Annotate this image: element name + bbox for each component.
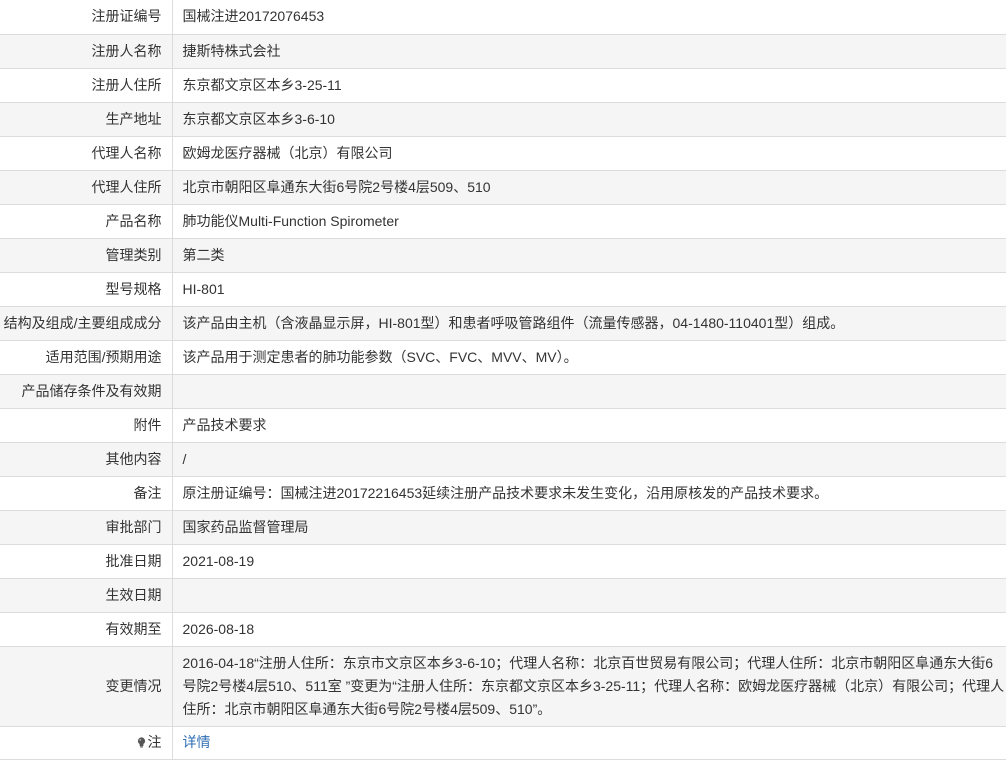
row-label: 适用范围/预期用途 — [0, 340, 173, 375]
note-value-cell: 详情 — [172, 726, 1006, 760]
row-value: 原注册证编号：国械注进20172216453延续注册产品技术要求未发生变化，沿用… — [172, 476, 1006, 511]
registration-detail-table: 注册证编号 国械注进20172076453 注册人名称 捷斯特株式会社 注册人住… — [0, 0, 1006, 760]
row-management-category: 管理类别 第二类 — [0, 238, 1006, 273]
row-production-address: 生产地址 东京都文京区本乡3-6-10 — [0, 102, 1006, 137]
row-intended-use: 适用范围/预期用途 该产品用于测定患者的肺功能参数（SVC、FVC、MVV、MV… — [0, 340, 1006, 375]
row-label: 产品储存条件及有效期 — [0, 374, 173, 409]
row-value: 东京都文京区本乡3-6-10 — [172, 102, 1006, 137]
row-label: 批准日期 — [0, 544, 173, 579]
row-value: HI-801 — [172, 272, 1006, 307]
row-label: 有效期至 — [0, 612, 173, 647]
row-approval-department: 审批部门 国家药品监督管理局 — [0, 510, 1006, 545]
row-label: 生效日期 — [0, 578, 173, 613]
row-value: 2016-04-18“注册人住所：东京市文京区本乡3-6-10；代理人名称：北京… — [172, 646, 1006, 727]
row-agent-name: 代理人名称 欧姆龙医疗器械（北京）有限公司 — [0, 136, 1006, 171]
row-approval-date: 批准日期 2021-08-19 — [0, 544, 1006, 579]
row-value: 该产品用于测定患者的肺功能参数（SVC、FVC、MVV、MV）。 — [172, 340, 1006, 375]
row-label: 注册人住所 — [0, 68, 173, 103]
row-value: 该产品由主机（含液晶显示屏，HI-801型）和患者呼吸管路组件（流量传感器，04… — [172, 306, 1006, 341]
row-value: 国械注进20172076453 — [172, 0, 1006, 35]
row-value — [172, 374, 1006, 409]
row-label: 备注 — [0, 476, 173, 511]
row-storage-conditions: 产品储存条件及有效期 — [0, 374, 1006, 409]
row-structure-composition: 结构及组成/主要组成成分 该产品由主机（含液晶显示屏，HI-801型）和患者呼吸… — [0, 306, 1006, 341]
row-label: 结构及组成/主要组成成分 — [0, 306, 173, 341]
note-label: 注 — [147, 734, 162, 750]
row-label: 产品名称 — [0, 204, 173, 239]
lightbulb-icon — [137, 732, 146, 748]
row-value: / — [172, 442, 1006, 477]
row-value: 肺功能仪Multi-Function Spirometer — [172, 204, 1006, 239]
row-registrant-name: 注册人名称 捷斯特株式会社 — [0, 34, 1006, 69]
row-value: 北京市朝阳区阜通东大街6号院2号楼4层509、510 — [172, 170, 1006, 205]
row-label: 代理人住所 — [0, 170, 173, 205]
row-effective-date: 生效日期 — [0, 578, 1006, 613]
row-change-history: 变更情况 2016-04-18“注册人住所：东京市文京区本乡3-6-10；代理人… — [0, 646, 1006, 727]
row-label: 注册证编号 — [0, 0, 173, 35]
row-value: 捷斯特株式会社 — [172, 34, 1006, 69]
row-label: 其他内容 — [0, 442, 173, 477]
row-label: 附件 — [0, 408, 173, 443]
note-label-cell: 注 — [0, 726, 173, 760]
row-registrant-address: 注册人住所 东京都文京区本乡3-25-11 — [0, 68, 1006, 103]
row-model-spec: 型号规格 HI-801 — [0, 272, 1006, 307]
row-note: 注 详情 — [0, 726, 1006, 760]
row-product-name: 产品名称 肺功能仪Multi-Function Spirometer — [0, 204, 1006, 239]
row-registration-number: 注册证编号 国械注进20172076453 — [0, 0, 1006, 35]
row-value: 欧姆龙医疗器械（北京）有限公司 — [172, 136, 1006, 171]
row-value: 2021-08-19 — [172, 544, 1006, 579]
row-label: 变更情况 — [0, 646, 173, 727]
row-value: 第二类 — [172, 238, 1006, 273]
row-remarks: 备注 原注册证编号：国械注进20172216453延续注册产品技术要求未发生变化… — [0, 476, 1006, 511]
row-attachment: 附件 产品技术要求 — [0, 408, 1006, 443]
row-label: 型号规格 — [0, 272, 173, 307]
row-value: 东京都文京区本乡3-25-11 — [172, 68, 1006, 103]
row-value: 产品技术要求 — [172, 408, 1006, 443]
row-label: 注册人名称 — [0, 34, 173, 69]
row-value: 国家药品监督管理局 — [172, 510, 1006, 545]
row-agent-address: 代理人住所 北京市朝阳区阜通东大街6号院2号楼4层509、510 — [0, 170, 1006, 205]
row-label: 审批部门 — [0, 510, 173, 545]
row-label: 管理类别 — [0, 238, 173, 273]
row-valid-until: 有效期至 2026-08-18 — [0, 612, 1006, 647]
row-other-content: 其他内容 / — [0, 442, 1006, 477]
row-label: 生产地址 — [0, 102, 173, 137]
row-value — [172, 578, 1006, 613]
row-label: 代理人名称 — [0, 136, 173, 171]
row-value: 2026-08-18 — [172, 612, 1006, 647]
details-link[interactable]: 详情 — [183, 734, 211, 750]
